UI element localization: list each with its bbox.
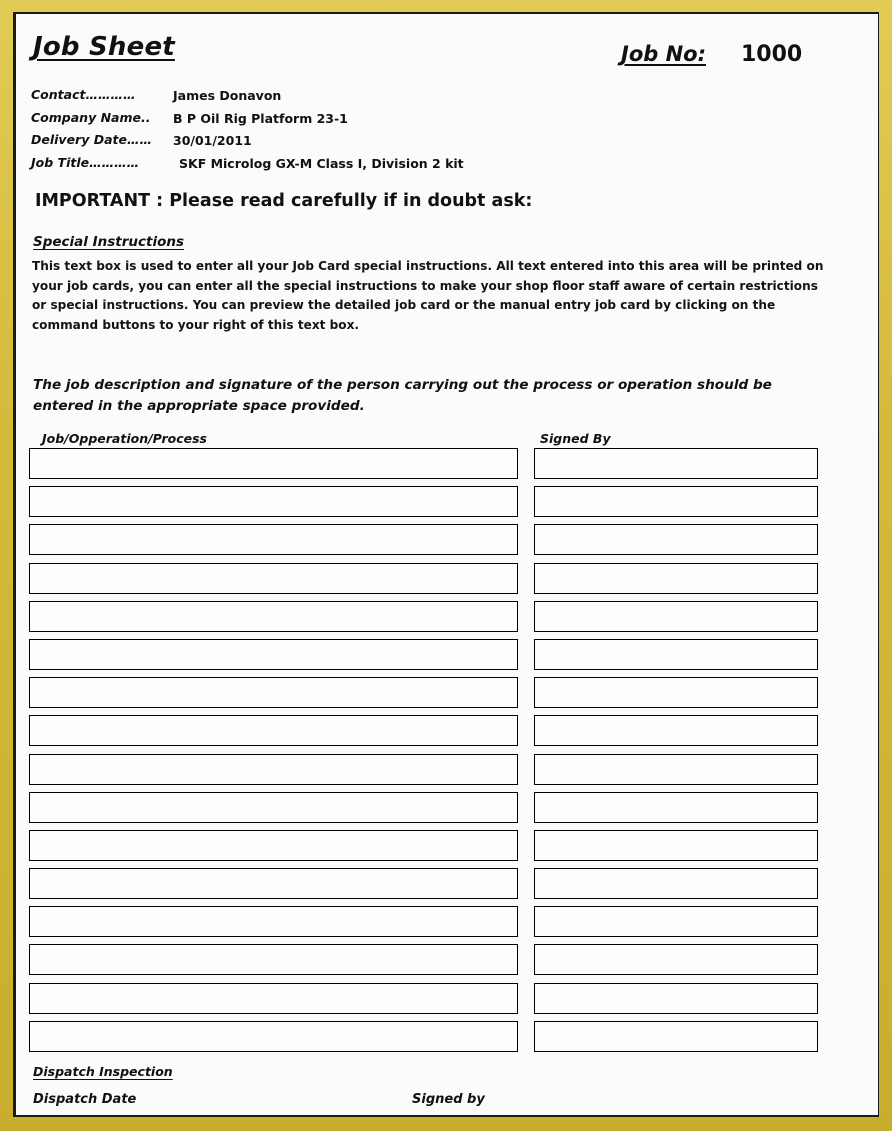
table-row (16, 637, 878, 675)
meta-label-delivery-date: Delivery Date…… (31, 132, 152, 147)
job-entry-table (16, 446, 878, 1057)
page-title: Job Sheet (33, 32, 175, 62)
table-row (16, 446, 878, 484)
signed-by-field[interactable] (534, 638, 818, 670)
meta-value-delivery-date: 30/01/2011 (173, 133, 252, 148)
meta-value-contact: James Donavon (173, 88, 282, 103)
table-row (16, 675, 878, 713)
signed-by-field[interactable] (534, 906, 818, 938)
job-operation-field[interactable] (29, 677, 518, 709)
table-header-job-operation-process: Job/Opperation/Process (42, 431, 207, 446)
job-description-note: The job description and signature of the… (33, 377, 772, 414)
paper-surface: Job Sheet Job No: 1000 Contact………… James… (16, 14, 878, 1115)
table-row (16, 752, 878, 790)
table-row (16, 828, 878, 866)
job-operation-field[interactable] (29, 906, 518, 938)
job-operation-field[interactable] (29, 982, 518, 1014)
signed-by-field[interactable] (534, 791, 818, 823)
job-operation-field[interactable] (29, 868, 518, 900)
job-operation-field[interactable] (29, 562, 518, 594)
meta-row-contact: Contact………… James Donavon (31, 87, 591, 110)
table-row (16, 904, 878, 942)
job-meta-list: Contact………… James Donavon Company Name..… (31, 87, 591, 177)
table-row (16, 866, 878, 904)
signed-by-field[interactable] (534, 486, 818, 518)
job-operation-field[interactable] (29, 753, 518, 785)
meta-value-company-name: B P Oil Rig Platform 23-1 (173, 110, 348, 126)
job-operation-field[interactable] (29, 829, 518, 861)
meta-row-delivery-date: Delivery Date…… 30/01/2011 (31, 132, 591, 155)
meta-value-job-title: SKF Microlog GX-M Class I, Division 2 ki… (179, 155, 464, 171)
table-row (16, 484, 878, 522)
signed-by-field[interactable] (534, 448, 818, 479)
table-row (16, 713, 878, 751)
table-row (16, 1019, 878, 1057)
signed-by-field[interactable] (534, 1020, 818, 1052)
signed-by-field[interactable] (534, 677, 818, 709)
signed-by-field[interactable] (534, 715, 818, 747)
job-sheet-page: Job Sheet Job No: 1000 Contact………… James… (0, 0, 892, 1131)
meta-label-contact: Contact………… (31, 87, 136, 102)
meta-label-company-name: Company Name.. (31, 109, 151, 125)
job-operation-field[interactable] (29, 486, 518, 518)
meta-label-job-title: Job Title………… (31, 154, 140, 170)
signed-by-field[interactable] (534, 600, 818, 632)
signed-by-field[interactable] (534, 868, 818, 900)
table-row (16, 981, 878, 1019)
table-row (16, 561, 878, 599)
table-row (16, 942, 878, 980)
job-no-value: 1000 (741, 42, 803, 67)
table-row (16, 790, 878, 828)
table-row (16, 599, 878, 637)
dispatch-date-label: Dispatch Date (33, 1092, 137, 1107)
meta-row-job-title: Job Title………… SKF Microlog GX-M Class I,… (31, 155, 591, 178)
job-operation-field[interactable] (29, 524, 518, 556)
job-operation-field[interactable] (29, 791, 518, 823)
signed-by-field[interactable] (534, 829, 818, 861)
signed-by-field[interactable] (534, 982, 818, 1014)
job-operation-field[interactable] (29, 448, 518, 479)
dispatch-signed-by-label: Signed by (412, 1092, 485, 1107)
special-instructions-text: This text box is used to enter all your … (32, 259, 824, 332)
job-operation-field[interactable] (29, 638, 518, 670)
table-row (16, 522, 878, 560)
meta-row-company-name: Company Name.. B P Oil Rig Platform 23-1 (31, 110, 591, 133)
important-notice: IMPORTANT : Please read carefully if in … (35, 191, 533, 211)
job-operation-field[interactable] (29, 944, 518, 976)
job-operation-field[interactable] (29, 715, 518, 747)
special-instructions-heading: Special Instructions (33, 234, 185, 250)
dispatch-inspection-heading: Dispatch Inspection (33, 1064, 173, 1079)
signed-by-field[interactable] (534, 562, 818, 594)
table-header-signed-by: Signed By (540, 431, 611, 446)
job-operation-field[interactable] (29, 600, 518, 632)
job-no-label: Job No: (621, 42, 706, 66)
signed-by-field[interactable] (534, 753, 818, 785)
signed-by-field[interactable] (534, 524, 818, 556)
job-operation-field[interactable] (29, 1020, 518, 1052)
signed-by-field[interactable] (534, 944, 818, 976)
